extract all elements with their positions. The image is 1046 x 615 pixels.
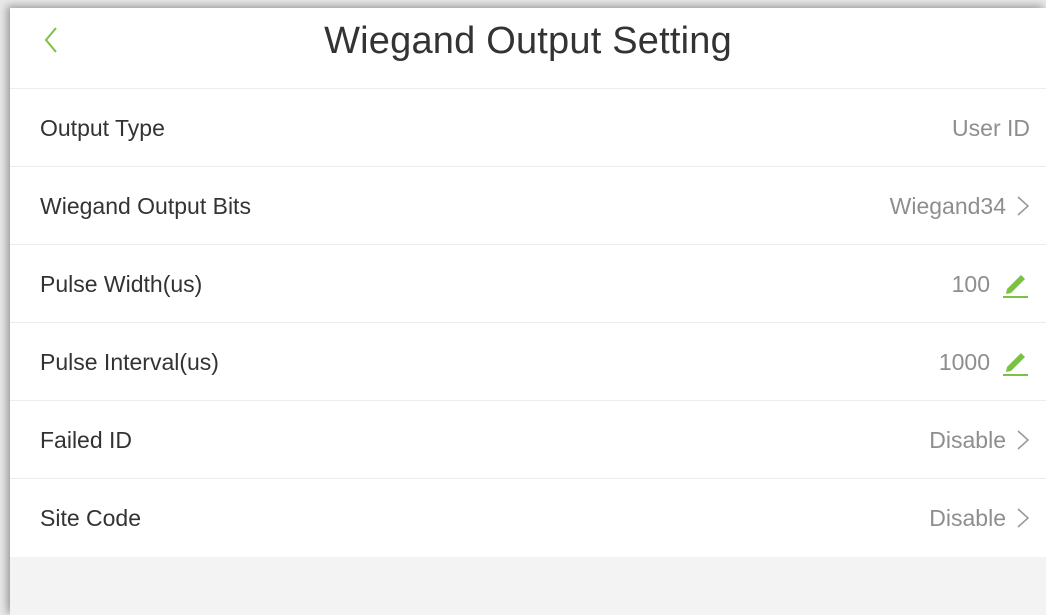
setting-value: 100 bbox=[951, 270, 990, 297]
setting-label: Site Code bbox=[40, 505, 142, 531]
setting-right: User ID bbox=[952, 89, 1030, 167]
chevron-right-icon bbox=[1017, 196, 1030, 216]
setting-value: 1000 bbox=[938, 348, 990, 375]
pencil-icon[interactable] bbox=[1000, 269, 1030, 299]
setting-value: Disable bbox=[929, 504, 1006, 531]
setting-label: Output Type bbox=[40, 115, 165, 141]
setting-row-site-code[interactable]: Site Code Disable bbox=[10, 479, 1046, 557]
setting-row-pulse-width[interactable]: Pulse Width(us) 100 bbox=[10, 245, 1046, 323]
chevron-right-icon bbox=[1017, 508, 1030, 528]
setting-label: Failed ID bbox=[40, 427, 133, 453]
settings-list: Output Type User ID Wiegand Output Bits … bbox=[10, 89, 1046, 557]
setting-row-wiegand-output-bits[interactable]: Wiegand Output Bits Wiegand34 bbox=[10, 167, 1046, 245]
setting-row-failed-id[interactable]: Failed ID Disable bbox=[10, 401, 1046, 479]
pencil-icon[interactable] bbox=[1000, 347, 1030, 377]
app-window: Wiegand Output Setting Output Type User … bbox=[10, 8, 1046, 615]
setting-right: 1000 bbox=[939, 323, 1030, 401]
setting-value: Wiegand34 bbox=[889, 192, 1006, 219]
setting-label: Pulse Interval(us) bbox=[40, 349, 219, 375]
chevron-right-icon bbox=[1017, 430, 1030, 450]
header-bar: Wiegand Output Setting bbox=[10, 8, 1046, 89]
setting-label: Pulse Width(us) bbox=[40, 271, 203, 297]
setting-row-pulse-interval[interactable]: Pulse Interval(us) 1000 bbox=[10, 323, 1046, 401]
setting-right: 100 bbox=[952, 245, 1030, 323]
page-title: Wiegand Output Setting bbox=[324, 20, 732, 62]
setting-right: Disable bbox=[929, 479, 1030, 557]
setting-row-output-type[interactable]: Output Type User ID bbox=[10, 89, 1046, 167]
setting-value: Disable bbox=[929, 426, 1006, 453]
setting-right: Disable bbox=[929, 401, 1030, 479]
setting-right: Wiegand34 bbox=[890, 167, 1030, 245]
setting-label: Wiegand Output Bits bbox=[40, 193, 251, 219]
setting-value: User ID bbox=[952, 114, 1030, 141]
